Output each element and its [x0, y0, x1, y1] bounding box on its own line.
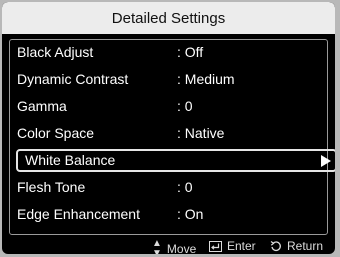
menu-item-label: Gamma — [17, 98, 67, 114]
menu-item-flesh-tone[interactable]: Flesh Tone : 0 — [5, 176, 331, 200]
footer-hints: ▲ ▼ Move Enter Return — [2, 236, 335, 255]
right-triangle-icon — [321, 155, 331, 167]
menu-item-label: Edge Enhancement — [17, 206, 140, 222]
menu-item-label: Color Space — [17, 125, 95, 141]
enter-label: Enter — [227, 239, 256, 253]
return-label: Return — [287, 239, 324, 253]
menu-item-value: : Medium — [177, 71, 235, 87]
return-icon — [270, 240, 282, 252]
move-hint: ▲ ▼ Move — [152, 238, 197, 255]
enter-icon — [209, 240, 222, 252]
menu-item-value: : 0 — [177, 179, 193, 195]
menu-item-edge-enhancement[interactable]: Edge Enhancement : On — [5, 203, 331, 227]
menu-item-dynamic-contrast[interactable]: Dynamic Contrast : Medium — [5, 68, 331, 92]
menu-header: Detailed Settings — [2, 2, 335, 34]
enter-hint: Enter — [209, 239, 256, 253]
return-hint: Return — [270, 239, 323, 253]
menu-item-label: Flesh Tone — [17, 179, 86, 195]
menu-item-white-balance[interactable]: White Balance — [16, 149, 335, 172]
menu-item-label: White Balance — [25, 152, 116, 168]
menu-item-value: : On — [177, 206, 204, 222]
up-down-arrows-icon: ▲ ▼ — [152, 238, 162, 255]
move-label: Move — [166, 242, 197, 254]
menu-item-label: Dynamic Contrast — [17, 71, 129, 87]
osd-window: Detailed Settings Black Adjust : Off Dyn… — [2, 2, 335, 254]
menu-item-label: Black Adjust — [17, 44, 94, 60]
menu-item-value: : Native — [177, 125, 225, 141]
menu-title: Detailed Settings — [111, 9, 226, 27]
menu-item-black-adjust[interactable]: Black Adjust : Off — [5, 41, 331, 65]
menu-item-value: : Off — [177, 44, 204, 60]
menu-item-color-space[interactable]: Color Space : Native — [5, 122, 331, 146]
menu-item-value: : 0 — [177, 98, 193, 114]
menu-item-gamma[interactable]: Gamma : 0 — [5, 95, 331, 119]
